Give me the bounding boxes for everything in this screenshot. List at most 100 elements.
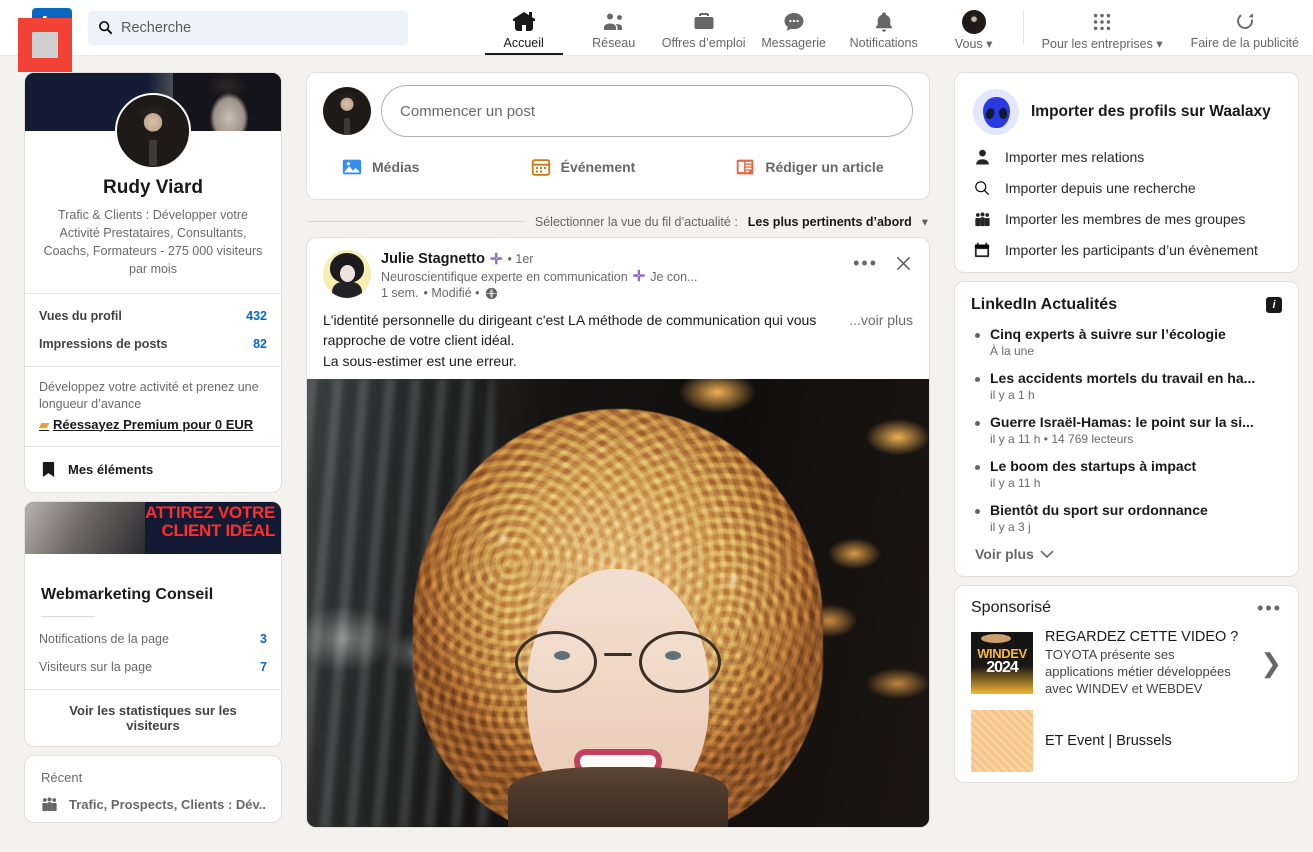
import-my-connections-button[interactable]: Importer mes relations [973, 149, 1280, 165]
nav-divider [1022, 10, 1024, 45]
see-visitor-stats-button[interactable]: Voir les statistiques sur les visiteurs [25, 690, 281, 746]
start-post-input[interactable]: Commencer un post [381, 85, 913, 137]
post-text-line-2: La sous-estimer est une erreur. [323, 352, 517, 369]
group-icon [41, 797, 58, 812]
company-name[interactable]: Webmarketing Conseil [41, 586, 265, 604]
nav-items-group: Accueil Réseau Offres d’emploi Messageri… [479, 0, 1313, 55]
profile-stats: Vues du profil 432 Impressions de posts … [25, 294, 281, 366]
post-edited: • Modifié • [423, 286, 480, 300]
info-icon[interactable]: i [1266, 297, 1282, 313]
nav-item-pour-les-entreprises[interactable]: Pour les entreprises ▾ [1028, 0, 1177, 55]
news-see-more-button[interactable]: Voir plus [971, 538, 1282, 566]
stat-label: Notifications de la page [39, 631, 169, 646]
stat-row-post-impressions[interactable]: Impressions de posts 82 [25, 330, 281, 358]
waalaxy-header: Importer des profils sur Waalaxy [973, 89, 1280, 135]
import-my-connections-label: Importer mes relations [1005, 149, 1145, 165]
nav-item-offres-emploi[interactable]: Offres d’emploi [659, 0, 749, 55]
stat-row-profile-views[interactable]: Vues du profil 432 [25, 302, 281, 330]
nav-item-reseau[interactable]: Réseau [569, 0, 659, 55]
article-icon [734, 156, 756, 178]
news-headline: Les accidents mortels du travail en ha..… [990, 370, 1256, 386]
nav-label-offres-emploi: Offres d’emploi [661, 36, 746, 50]
post-author-block: Julie Stagnetto ✛ • 1er Neuroscientifiqu… [381, 250, 843, 300]
stat-row-page-notifications[interactable]: Notifications de la page 3 [25, 625, 281, 653]
news-subtitle: il y a 11 h • 14 769 lecteurs [990, 432, 1134, 446]
company-body: Webmarketing Conseil [25, 554, 281, 625]
news-item[interactable]: Cinq experts à suivre sur l’écologie À l… [971, 318, 1282, 362]
page-body: Rudy Viard Trafic & Clients : Développer… [0, 18, 1313, 836]
import-event-attendees-button[interactable]: Importer les participants d’un évènement [973, 242, 1280, 258]
news-item[interactable]: Le boom des startups à impact il y a 11 … [971, 450, 1282, 494]
stat-row-page-visitors[interactable]: Visiteurs sur la page 7 [25, 653, 281, 681]
search-input[interactable]: Recherche [88, 10, 408, 45]
nav-label-pour-les-entreprises: Pour les entreprises ▾ [1041, 36, 1163, 51]
write-article-button[interactable]: Rédiger un article [720, 147, 909, 187]
waalaxy-card: Importer des profils sur Waalaxy Importe… [954, 72, 1299, 273]
premium-promo-link[interactable]: ▰ Réessayez Premium pour 0 EUR [39, 416, 267, 434]
recent-item-group[interactable]: Trafic, Prospects, Clients : Dév... [41, 797, 265, 812]
chevron-right-icon[interactable]: ❯ [1258, 648, 1282, 679]
add-event-button[interactable]: Événement [516, 147, 721, 187]
post-author-degree: • 1er [507, 252, 534, 266]
recent-card: Récent Trafic, Prospects, Clients : Dév.… [24, 754, 282, 823]
news-item[interactable]: Guerre Israël-Hamas: le point sur la si.… [971, 406, 1282, 450]
sponsored-ad[interactable]: ET Event | Brussels [971, 709, 1282, 772]
sponsored-ad-text: REGARDEZ CETTE VIDEO ? TOYOTA présente s… [1045, 629, 1246, 698]
import-group-members-button[interactable]: Importer les membres de mes groupes [973, 211, 1280, 227]
stat-label: Vues du profil [39, 308, 122, 323]
bookmark-icon [41, 461, 56, 478]
main-feed: Commencer un post Médias Événement Rédig… [306, 72, 930, 836]
news-item[interactable]: Bientôt du sport sur ordonnance il y a 3… [971, 494, 1282, 538]
import-from-search-button[interactable]: Importer depuis une recherche [973, 180, 1280, 196]
post-time: 1 sem. [381, 286, 419, 300]
nav-label-reseau: Réseau [592, 36, 636, 50]
news-headline: Cinq experts à suivre sur l’écologie [990, 326, 1226, 342]
see-more-link[interactable]: ...voir plus [849, 310, 913, 330]
stat-value: 7 [260, 659, 267, 674]
company-banner-slogan: ATTIREZ VOTRE CLIENT IDÉAL [145, 502, 275, 540]
my-items-button[interactable]: Mes éléments [25, 447, 281, 492]
post-body-text: ...voir plus L'identité personnelle du d… [307, 300, 929, 379]
bullet-icon [975, 465, 980, 470]
nav-item-faire-de-la-publicite[interactable]: Faire de la publicité [1177, 0, 1313, 55]
add-media-button[interactable]: Médias [327, 147, 516, 187]
divider [308, 221, 525, 222]
avatar[interactable] [323, 250, 371, 298]
feed-post: Julie Stagnetto ✛ • 1er Neuroscientifiqu… [306, 237, 930, 828]
post-author-name[interactable]: Julie Stagnetto [381, 251, 485, 267]
stat-value: 82 [253, 336, 267, 351]
nav-item-notifications[interactable]: Notifications [839, 0, 929, 55]
ellipsis-icon[interactable]: ••• [853, 254, 878, 272]
sponsored-ad[interactable]: WINDEV 2024 REGARDEZ CETTE VIDEO ? TOYOT… [971, 629, 1282, 698]
news-item[interactable]: Les accidents mortels du travail en ha..… [971, 362, 1282, 406]
nav-item-vous[interactable]: Vous ▾ [929, 0, 1019, 55]
feed-sort-value[interactable]: Les plus pertinents d’abord [748, 215, 912, 229]
nav-label-messagerie: Messagerie [761, 36, 826, 50]
divider [41, 615, 95, 617]
briefcase-icon [692, 9, 716, 35]
nav-item-messagerie[interactable]: Messagerie [749, 0, 839, 55]
bullet-icon [975, 509, 980, 514]
nav-label-faire-de-la-publicite: Faire de la publicité [1190, 36, 1299, 50]
profile-name[interactable]: Rudy Viard [41, 177, 265, 199]
bullet-icon [975, 377, 980, 382]
post-follow-label[interactable]: Je con... [650, 270, 697, 284]
calendar-icon [973, 242, 991, 258]
news-title: LinkedIn Actualités [971, 296, 1118, 313]
left-sidebar: Rudy Viard Trafic & Clients : Développer… [18, 18, 282, 836]
avatar[interactable] [323, 87, 371, 135]
profile-avatar[interactable] [115, 93, 191, 169]
company-card[interactable]: ATTIREZ VOTRE CLIENT IDÉAL Webmarketing … [18, 18, 282, 747]
calendar-icon [530, 156, 552, 178]
post-image[interactable] [307, 378, 929, 827]
message-icon [782, 9, 806, 35]
stat-value: 3 [260, 631, 267, 646]
add-media-label: Médias [372, 159, 420, 175]
chevron-down-icon[interactable]: ▾ [922, 214, 928, 229]
profile-card[interactable]: Rudy Viard Trafic & Clients : Développer… [24, 72, 282, 493]
profile-headline: Trafic & Clients : Développer votre Acti… [43, 208, 263, 277]
nav-item-accueil[interactable]: Accueil [479, 0, 569, 55]
close-icon[interactable] [894, 254, 913, 273]
sponsored-ad-body: TOYOTA présente ses applications métier … [1045, 647, 1231, 696]
ellipsis-icon[interactable]: ••• [1257, 599, 1282, 617]
